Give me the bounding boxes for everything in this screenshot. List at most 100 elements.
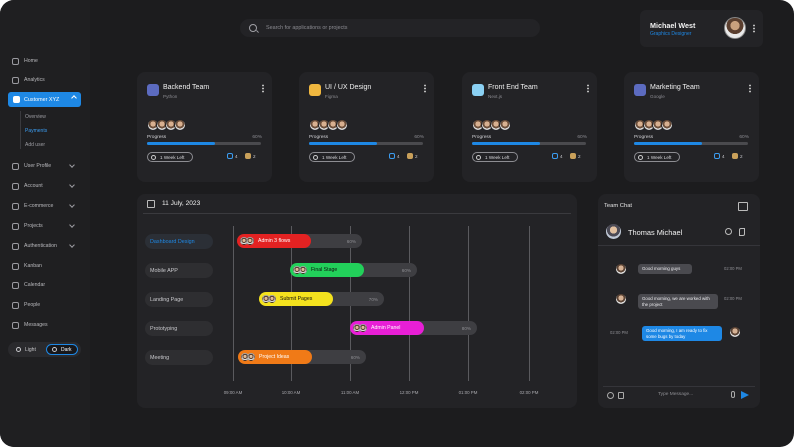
timeline-row-label[interactable]: Landing Page: [145, 292, 213, 307]
sidebar-item-user-profile[interactable]: User Profile: [12, 159, 75, 173]
analytics-icon: [12, 76, 19, 84]
progress-label: Progress: [472, 135, 492, 140]
sidebar-subitem-payments[interactable]: Payments: [25, 128, 47, 134]
files-count: 2: [407, 153, 418, 159]
sidebar-item-ecommerce[interactable]: E-commerce: [12, 199, 75, 213]
user-profile-card[interactable]: Michael West Graphics Designer: [640, 10, 763, 47]
calendar-icon[interactable]: [147, 200, 155, 208]
timeline-task-bar[interactable]: Admin 3 flows: [237, 234, 311, 248]
timeline-row-label[interactable]: Meeting: [145, 350, 213, 365]
sidebar-item-people[interactable]: People: [12, 298, 40, 312]
theme-light-button[interactable]: Light: [11, 344, 44, 355]
progress-value: 60%: [577, 135, 587, 140]
chat-icon: [552, 153, 558, 159]
time-tick: 01:00 PM: [458, 390, 478, 395]
grid-line: [468, 226, 469, 381]
messages-count: 4: [552, 153, 563, 159]
team-title: Front End Team: [488, 84, 538, 91]
team-avatars: [472, 119, 511, 131]
clock-icon: [313, 154, 318, 160]
emoji-icon[interactable]: [607, 392, 614, 399]
chat-icon: [389, 153, 395, 159]
team-logo-icon: [147, 84, 159, 96]
expand-icon[interactable]: [738, 202, 748, 211]
files-count-label: 2: [578, 153, 581, 159]
kanban-icon: [12, 262, 19, 270]
sidebar-subitem-add-user[interactable]: Add user: [25, 142, 45, 148]
task-label: Admin Panel: [371, 325, 401, 331]
more-icon[interactable]: [587, 84, 589, 93]
sidebar-item-kanban[interactable]: Kanban: [12, 259, 42, 273]
time-left-label: 1 Week Left: [647, 154, 672, 160]
microphone-icon[interactable]: [731, 391, 735, 398]
task-label: Submit Pages: [280, 296, 313, 302]
phone-icon[interactable]: [739, 228, 745, 236]
progress-bar: [309, 142, 423, 145]
time-tick: 11:00 AM: [340, 390, 360, 395]
sidebar-item-calendar[interactable]: Calendar: [12, 278, 45, 292]
more-icon[interactable]: [749, 84, 751, 93]
more-icon[interactable]: [262, 84, 264, 93]
moon-icon: [52, 347, 57, 352]
sidebar-item-label: Authentication: [24, 243, 57, 249]
search-icon[interactable]: [725, 228, 732, 235]
submenu-rail: [20, 111, 21, 149]
team-card[interactable]: Marketing Team Google Progress 60% 1 Week Le…: [624, 72, 759, 182]
time-left-label: 1 Week Left: [485, 154, 510, 160]
progress-bar: [634, 142, 748, 145]
chevron-down-icon: [69, 182, 75, 188]
messages-icon: [12, 321, 19, 329]
avatar: [299, 266, 307, 274]
team-title: Marketing Team: [650, 84, 700, 91]
messages-count-label: 4: [235, 153, 238, 159]
divider: [143, 213, 571, 214]
message-time: 02:00 PM: [610, 330, 628, 335]
sidebar-item-authentication[interactable]: Authentication: [12, 239, 75, 253]
timeline-row-label[interactable]: Prototyping: [145, 321, 213, 336]
timeline-task-bar[interactable]: Submit Pages: [259, 292, 333, 306]
sun-icon: [16, 347, 21, 352]
timeline-task-bar[interactable]: Admin Panel: [350, 321, 424, 335]
progress-label: Progress: [147, 135, 167, 140]
folder-icon: [12, 222, 19, 230]
message-input[interactable]: Type Message...: [603, 386, 755, 402]
sidebar-item-customer[interactable]: Customer XYZ: [8, 92, 81, 107]
more-icon[interactable]: [753, 24, 755, 33]
time-tick: 12:00 PM: [399, 390, 419, 395]
attachment-icon[interactable]: [618, 392, 624, 399]
chat-icon: [227, 153, 233, 159]
progress-value: 60%: [739, 135, 749, 140]
timeline-row-label[interactable]: Dashboard Design: [145, 234, 213, 249]
task-label: Admin 3 flows: [258, 238, 291, 244]
sidebar-item-account[interactable]: Account: [12, 179, 75, 193]
sidebar-item-home[interactable]: Home: [12, 54, 38, 68]
chat-message: Good morning, I am ready to fix some bug…: [642, 326, 722, 342]
chevron-up-icon: [71, 95, 77, 101]
more-icon[interactable]: [424, 84, 426, 93]
team-card[interactable]: UI / UX Design Figma Progress 60% 1 Week Lef…: [299, 72, 434, 182]
app-window: Home Analytics Customer XYZ Overview Pay…: [0, 0, 794, 447]
sidebar-item-label: Analytics: [24, 77, 45, 83]
timeline-task-bar[interactable]: Final Stage: [290, 263, 364, 277]
sidebar-subitem-overview[interactable]: Overview: [25, 114, 46, 120]
search-bar[interactable]: Search for applications or projects: [240, 19, 540, 37]
messages-count-label: 4: [560, 153, 563, 159]
lock-icon: [12, 242, 19, 250]
sidebar-item-messages[interactable]: Messages: [12, 318, 48, 332]
home-icon: [12, 57, 19, 65]
avatar: [246, 237, 254, 245]
timeline-row-label[interactable]: Mobile APP: [145, 263, 213, 278]
avatar: [247, 353, 255, 361]
timeline-task-bar[interactable]: Project Ideas: [238, 350, 312, 364]
time-left-badge: 1 Week Left: [634, 152, 680, 162]
chat-title: Team Chat: [604, 203, 633, 209]
sidebar-item-analytics[interactable]: Analytics: [12, 73, 45, 87]
theme-dark-button[interactable]: Dark: [46, 344, 78, 355]
folder-icon: [570, 153, 576, 159]
team-card[interactable]: Front End Team Next.js Progress 60% 1 Week L…: [462, 72, 597, 182]
messages-count-label: 4: [397, 153, 400, 159]
team-card[interactable]: Backend Team Python Progress 60% 1 Week Left…: [137, 72, 272, 182]
progress-label: Progress: [634, 135, 654, 140]
send-icon[interactable]: [741, 391, 749, 399]
sidebar-item-projects[interactable]: Projects: [12, 219, 75, 233]
